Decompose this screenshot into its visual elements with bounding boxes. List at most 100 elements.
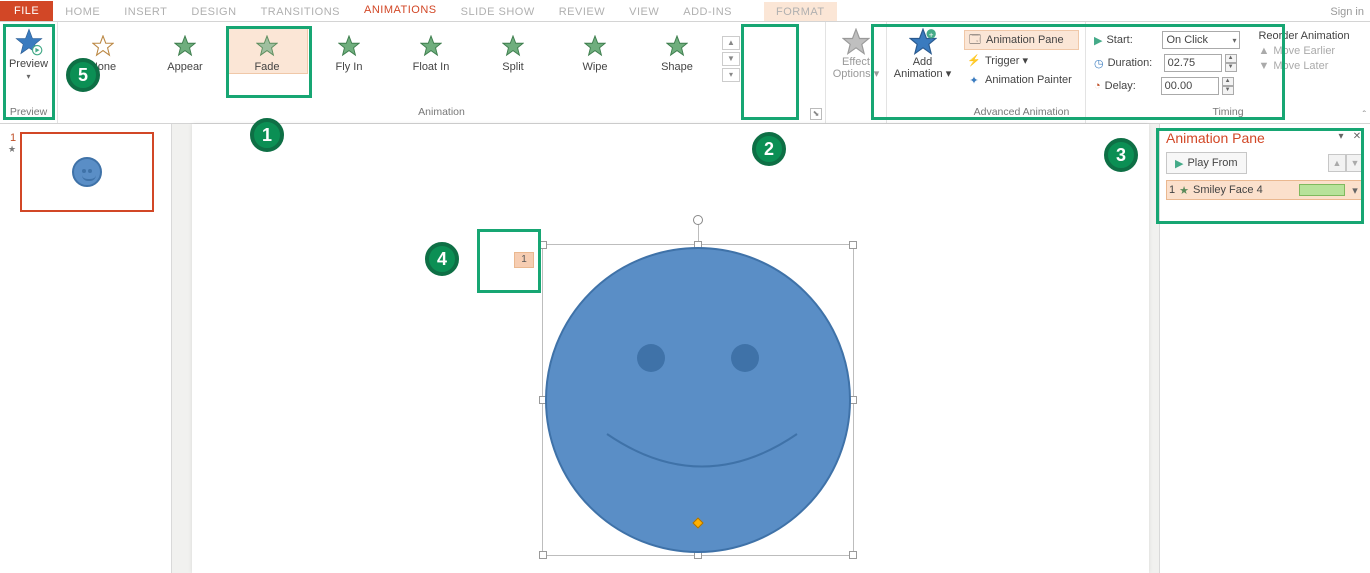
thumbnail-smiley-icon bbox=[72, 157, 102, 187]
callout-1: 1 bbox=[250, 118, 284, 152]
add-animation-button[interactable]: + Add Animation ▾ bbox=[894, 28, 952, 80]
anim-split-label: Split bbox=[502, 61, 523, 73]
animation-dialog-launcher[interactable]: ⬊ bbox=[810, 108, 822, 120]
trigger-label: Trigger ▾ bbox=[985, 54, 1028, 67]
anim-floatin[interactable]: Float In bbox=[390, 28, 472, 74]
star-flyin-icon bbox=[338, 35, 360, 57]
animation-pane-title: Animation Pane bbox=[1166, 130, 1265, 146]
anim-fade[interactable]: Fade bbox=[226, 28, 308, 74]
resize-handle-tr[interactable] bbox=[849, 241, 857, 249]
gallery-scroll-up[interactable]: ▲ bbox=[722, 36, 740, 50]
gallery-expand[interactable]: ▾ bbox=[722, 68, 740, 82]
anim-appear-label: Appear bbox=[167, 61, 202, 73]
thumbnail-animation-icon: ★ bbox=[8, 145, 16, 153]
delay-label: Delay: bbox=[1105, 80, 1157, 92]
rotate-handle[interactable] bbox=[693, 215, 703, 225]
delay-icon: ◔ bbox=[1094, 80, 1101, 92]
add-label-2: Animation ▾ bbox=[894, 68, 952, 80]
star-appear-icon bbox=[174, 35, 196, 57]
anim-item-star-icon: ★ bbox=[1179, 184, 1189, 197]
star-none-icon bbox=[92, 35, 114, 57]
tab-transitions[interactable]: TRANSITIONS bbox=[249, 2, 352, 21]
tab-home[interactable]: HOME bbox=[53, 2, 112, 21]
collapse-ribbon-button[interactable]: ˆ bbox=[1363, 110, 1366, 121]
star-wipe-icon bbox=[584, 35, 606, 57]
tab-format[interactable]: FORMAT bbox=[764, 2, 837, 21]
group-label-advanced: Advanced Animation bbox=[958, 106, 1085, 121]
preview-star-icon bbox=[15, 28, 43, 56]
animation-pane-label: Animation Pane bbox=[986, 34, 1064, 46]
delay-spinner[interactable]: ▲▼ bbox=[1222, 77, 1234, 95]
animation-pane-icon: 🗔 bbox=[968, 31, 982, 50]
ribbon-tabs: FILE HOME INSERT DESIGN TRANSITIONS ANIM… bbox=[0, 0, 1370, 22]
group-label-timing: Timing bbox=[1086, 106, 1370, 121]
sign-in-link[interactable]: Sign in bbox=[1330, 2, 1370, 21]
tab-view[interactable]: VIEW bbox=[617, 2, 671, 21]
slide-canvas: 1 bbox=[192, 124, 1149, 573]
group-label-animation: Animation bbox=[58, 106, 825, 121]
tab-addins[interactable]: ADD-INS bbox=[671, 2, 744, 21]
group-add-animation: + Add Animation ▾ bbox=[886, 22, 958, 123]
start-dropdown[interactable]: On Click▾ bbox=[1162, 31, 1240, 49]
add-star-icon: + bbox=[909, 28, 937, 56]
tab-file[interactable]: FILE bbox=[0, 1, 53, 21]
animation-pane: Animation Pane ▾ ✕ ▶ Play From ▲ ▼ 1 ★ S… bbox=[1160, 124, 1370, 573]
anim-fade-label: Fade bbox=[254, 61, 279, 73]
gallery-scroll: ▲ ▼ ▾ bbox=[722, 36, 740, 82]
tab-design[interactable]: DESIGN bbox=[179, 2, 248, 21]
group-preview: Preview ▾ Preview bbox=[0, 22, 58, 123]
animation-list-item[interactable]: 1 ★ Smiley Face 4 ▾ bbox=[1166, 180, 1364, 200]
tab-animations[interactable]: ANIMATIONS bbox=[352, 0, 449, 21]
anim-shape[interactable]: Shape bbox=[636, 28, 718, 74]
callout-4: 4 bbox=[425, 242, 459, 276]
star-fade-icon bbox=[256, 35, 278, 57]
slide-edit-area[interactable]: 1 bbox=[172, 124, 1160, 573]
anim-appear[interactable]: Appear bbox=[144, 28, 226, 74]
delay-input[interactable]: 00.00 bbox=[1161, 77, 1219, 95]
anim-item-timeline-bar[interactable] bbox=[1299, 184, 1345, 196]
painter-label: Animation Painter bbox=[985, 74, 1072, 86]
animation-pane-button[interactable]: 🗔 Animation Pane bbox=[964, 30, 1079, 50]
tab-review[interactable]: REVIEW bbox=[547, 2, 617, 21]
move-earlier-button[interactable]: ▲Move Earlier bbox=[1258, 45, 1349, 57]
effect-star-icon bbox=[842, 28, 870, 56]
anim-floatin-label: Float In bbox=[413, 61, 450, 73]
smiley-mouth bbox=[602, 429, 802, 509]
slide-thumbnail-panel: 1 ★ bbox=[0, 124, 172, 573]
anim-flyin[interactable]: Fly In bbox=[308, 28, 390, 74]
preview-button[interactable]: Preview ▾ bbox=[9, 28, 48, 81]
duration-spinner[interactable]: ▲▼ bbox=[1225, 54, 1237, 72]
anim-split[interactable]: Split bbox=[472, 28, 554, 74]
animation-painter-button[interactable]: ✦ Animation Painter bbox=[964, 70, 1079, 90]
smiley-shape[interactable] bbox=[545, 247, 851, 553]
duration-input[interactable]: 02.75 bbox=[1164, 54, 1222, 72]
group-advanced-animation: 🗔 Animation Pane ⚡ Trigger ▾ ✦ Animation… bbox=[958, 22, 1086, 123]
shape-selection-box[interactable] bbox=[542, 244, 854, 556]
callout-2: 2 bbox=[752, 132, 786, 166]
resize-handle-bl[interactable] bbox=[539, 551, 547, 559]
resize-handle-br[interactable] bbox=[849, 551, 857, 559]
tab-insert[interactable]: INSERT bbox=[112, 2, 179, 21]
animation-gallery: None Appear Fade Fly In Float In Split bbox=[58, 22, 825, 100]
resize-handle-tl[interactable] bbox=[539, 241, 547, 249]
anim-item-name: Smiley Face 4 bbox=[1193, 184, 1295, 196]
group-animation: None Appear Fade Fly In Float In Split bbox=[58, 22, 826, 123]
anim-item-dropdown[interactable]: ▾ bbox=[1349, 184, 1361, 197]
pane-options-button[interactable]: ▾ bbox=[1334, 131, 1348, 145]
painter-icon: ✦ bbox=[967, 74, 981, 87]
slide-thumbnail-1[interactable] bbox=[20, 132, 154, 212]
duration-label: Duration: bbox=[1108, 57, 1160, 69]
tab-slideshow[interactable]: SLIDE SHOW bbox=[449, 2, 547, 21]
play-from-button[interactable]: ▶ Play From bbox=[1166, 152, 1247, 174]
start-label: Start: bbox=[1106, 34, 1158, 46]
star-split-icon bbox=[502, 35, 524, 57]
move-later-button[interactable]: ▼Move Later bbox=[1258, 60, 1349, 72]
gallery-scroll-down[interactable]: ▼ bbox=[722, 52, 740, 66]
animation-order-tag[interactable]: 1 bbox=[514, 252, 534, 268]
effect-options-button[interactable]: Effect Options ▾ bbox=[833, 28, 880, 80]
trigger-button[interactable]: ⚡ Trigger ▾ bbox=[964, 50, 1079, 70]
pane-close-button[interactable]: ✕ bbox=[1350, 131, 1364, 145]
pane-move-down-button[interactable]: ▼ bbox=[1346, 154, 1364, 172]
anim-wipe[interactable]: Wipe bbox=[554, 28, 636, 74]
pane-move-up-button[interactable]: ▲ bbox=[1328, 154, 1346, 172]
